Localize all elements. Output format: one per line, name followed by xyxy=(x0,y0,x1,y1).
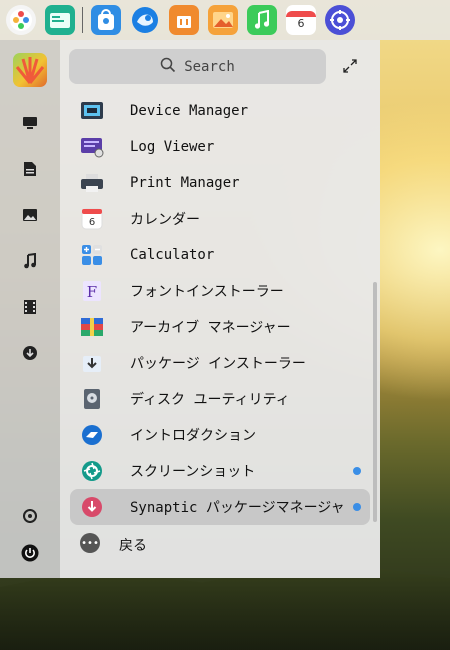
app-item-print-manager[interactable]: Print Manager xyxy=(60,165,380,201)
power-icon[interactable] xyxy=(17,540,43,566)
svg-text:6: 6 xyxy=(89,217,95,228)
font-icon-letter: F xyxy=(87,283,97,301)
app-label: フォントインストーラー xyxy=(130,284,284,300)
app-label: アーカイブ マネージャー xyxy=(130,320,291,336)
back-button[interactable]: ••• 戻る xyxy=(60,530,380,560)
search-icon xyxy=(160,57,176,77)
dock-separator xyxy=(82,7,83,33)
search-placeholder: Search xyxy=(184,58,235,75)
device-manager-icon xyxy=(80,99,104,123)
app-list: Device Manager Log Viewer Print Manager … xyxy=(60,93,380,525)
archive-manager-icon xyxy=(80,315,104,339)
app-item-screenshot[interactable]: スクリーンショット xyxy=(60,453,380,489)
app-label: パッケージ インストーラー xyxy=(130,356,306,372)
shop-icon[interactable] xyxy=(169,5,199,35)
browser-icon[interactable] xyxy=(130,5,160,35)
launcher-sidebar xyxy=(0,40,60,578)
disk-utility-icon xyxy=(80,387,104,411)
app-item-calendar[interactable]: 6 カレンダー xyxy=(60,201,380,237)
app-label: Calculator xyxy=(130,247,215,263)
pictures-icon[interactable] xyxy=(17,202,43,228)
app-label: スクリーンショット xyxy=(130,464,256,480)
app-label: Log Viewer xyxy=(130,139,215,155)
settings-icon[interactable] xyxy=(325,5,355,35)
log-viewer-icon xyxy=(80,135,104,159)
printer-icon xyxy=(80,171,104,195)
launcher-main: Search Device Manager Log Viewer Print M… xyxy=(60,40,380,578)
new-app-dot xyxy=(353,467,361,475)
app-item-device-manager[interactable]: Device Manager xyxy=(60,93,380,129)
app-label: Print Manager xyxy=(130,175,240,191)
calendar-day: 6 xyxy=(297,16,305,30)
package-installer-icon xyxy=(80,351,104,375)
back-label: 戻る xyxy=(119,538,147,554)
app-label: カレンダー xyxy=(130,212,200,228)
user-avatar[interactable] xyxy=(13,53,47,87)
new-app-dot xyxy=(353,503,361,511)
more-icon: ••• xyxy=(80,533,100,553)
synaptic-icon xyxy=(80,495,104,519)
top-dock: 6 xyxy=(0,0,450,40)
app-item-synaptic[interactable]: Synaptic パッケージマネージャ xyxy=(70,489,370,525)
search-box[interactable]: Search xyxy=(69,49,326,84)
app-item-font-installer[interactable]: F フォントインストーラー xyxy=(60,273,380,309)
file-manager-icon[interactable] xyxy=(45,5,75,35)
app-label: イントロダクション xyxy=(130,428,256,444)
app-item-archive-manager[interactable]: アーカイブ マネージャー xyxy=(60,309,380,345)
screenshot-icon xyxy=(80,459,104,483)
app-label: ディスク ユーティリティ xyxy=(130,392,290,408)
launcher-icon[interactable] xyxy=(6,5,36,35)
app-store-icon[interactable] xyxy=(91,5,121,35)
music-folder-icon[interactable] xyxy=(17,248,43,274)
fullscreen-toggle-icon[interactable] xyxy=(341,57,359,75)
app-label: Synaptic パッケージマネージャ xyxy=(130,500,345,516)
app-item-package-installer[interactable]: パッケージ インストーラー xyxy=(60,345,380,381)
app-item-log-viewer[interactable]: Log Viewer xyxy=(60,129,380,165)
introduction-icon xyxy=(80,423,104,447)
downloads-icon[interactable] xyxy=(17,340,43,366)
music-icon[interactable] xyxy=(247,5,277,35)
calendar-icon: 6 xyxy=(80,207,104,231)
photos-icon[interactable] xyxy=(208,5,238,35)
calculator-icon xyxy=(80,243,104,267)
documents-icon[interactable] xyxy=(17,156,43,182)
app-item-introduction[interactable]: イントロダクション xyxy=(60,417,380,453)
control-center-icon[interactable] xyxy=(17,503,43,529)
app-list-scrollbar[interactable] xyxy=(373,282,377,522)
calendar-icon[interactable]: 6 xyxy=(286,5,316,35)
app-label: Device Manager xyxy=(130,103,249,119)
videos-icon[interactable] xyxy=(17,294,43,320)
app-item-disk-utility[interactable]: ディスク ユーティリティ xyxy=(60,381,380,417)
computer-icon[interactable] xyxy=(17,110,43,136)
app-item-calculator[interactable]: Calculator xyxy=(60,237,380,273)
font-installer-icon: F xyxy=(80,279,104,303)
